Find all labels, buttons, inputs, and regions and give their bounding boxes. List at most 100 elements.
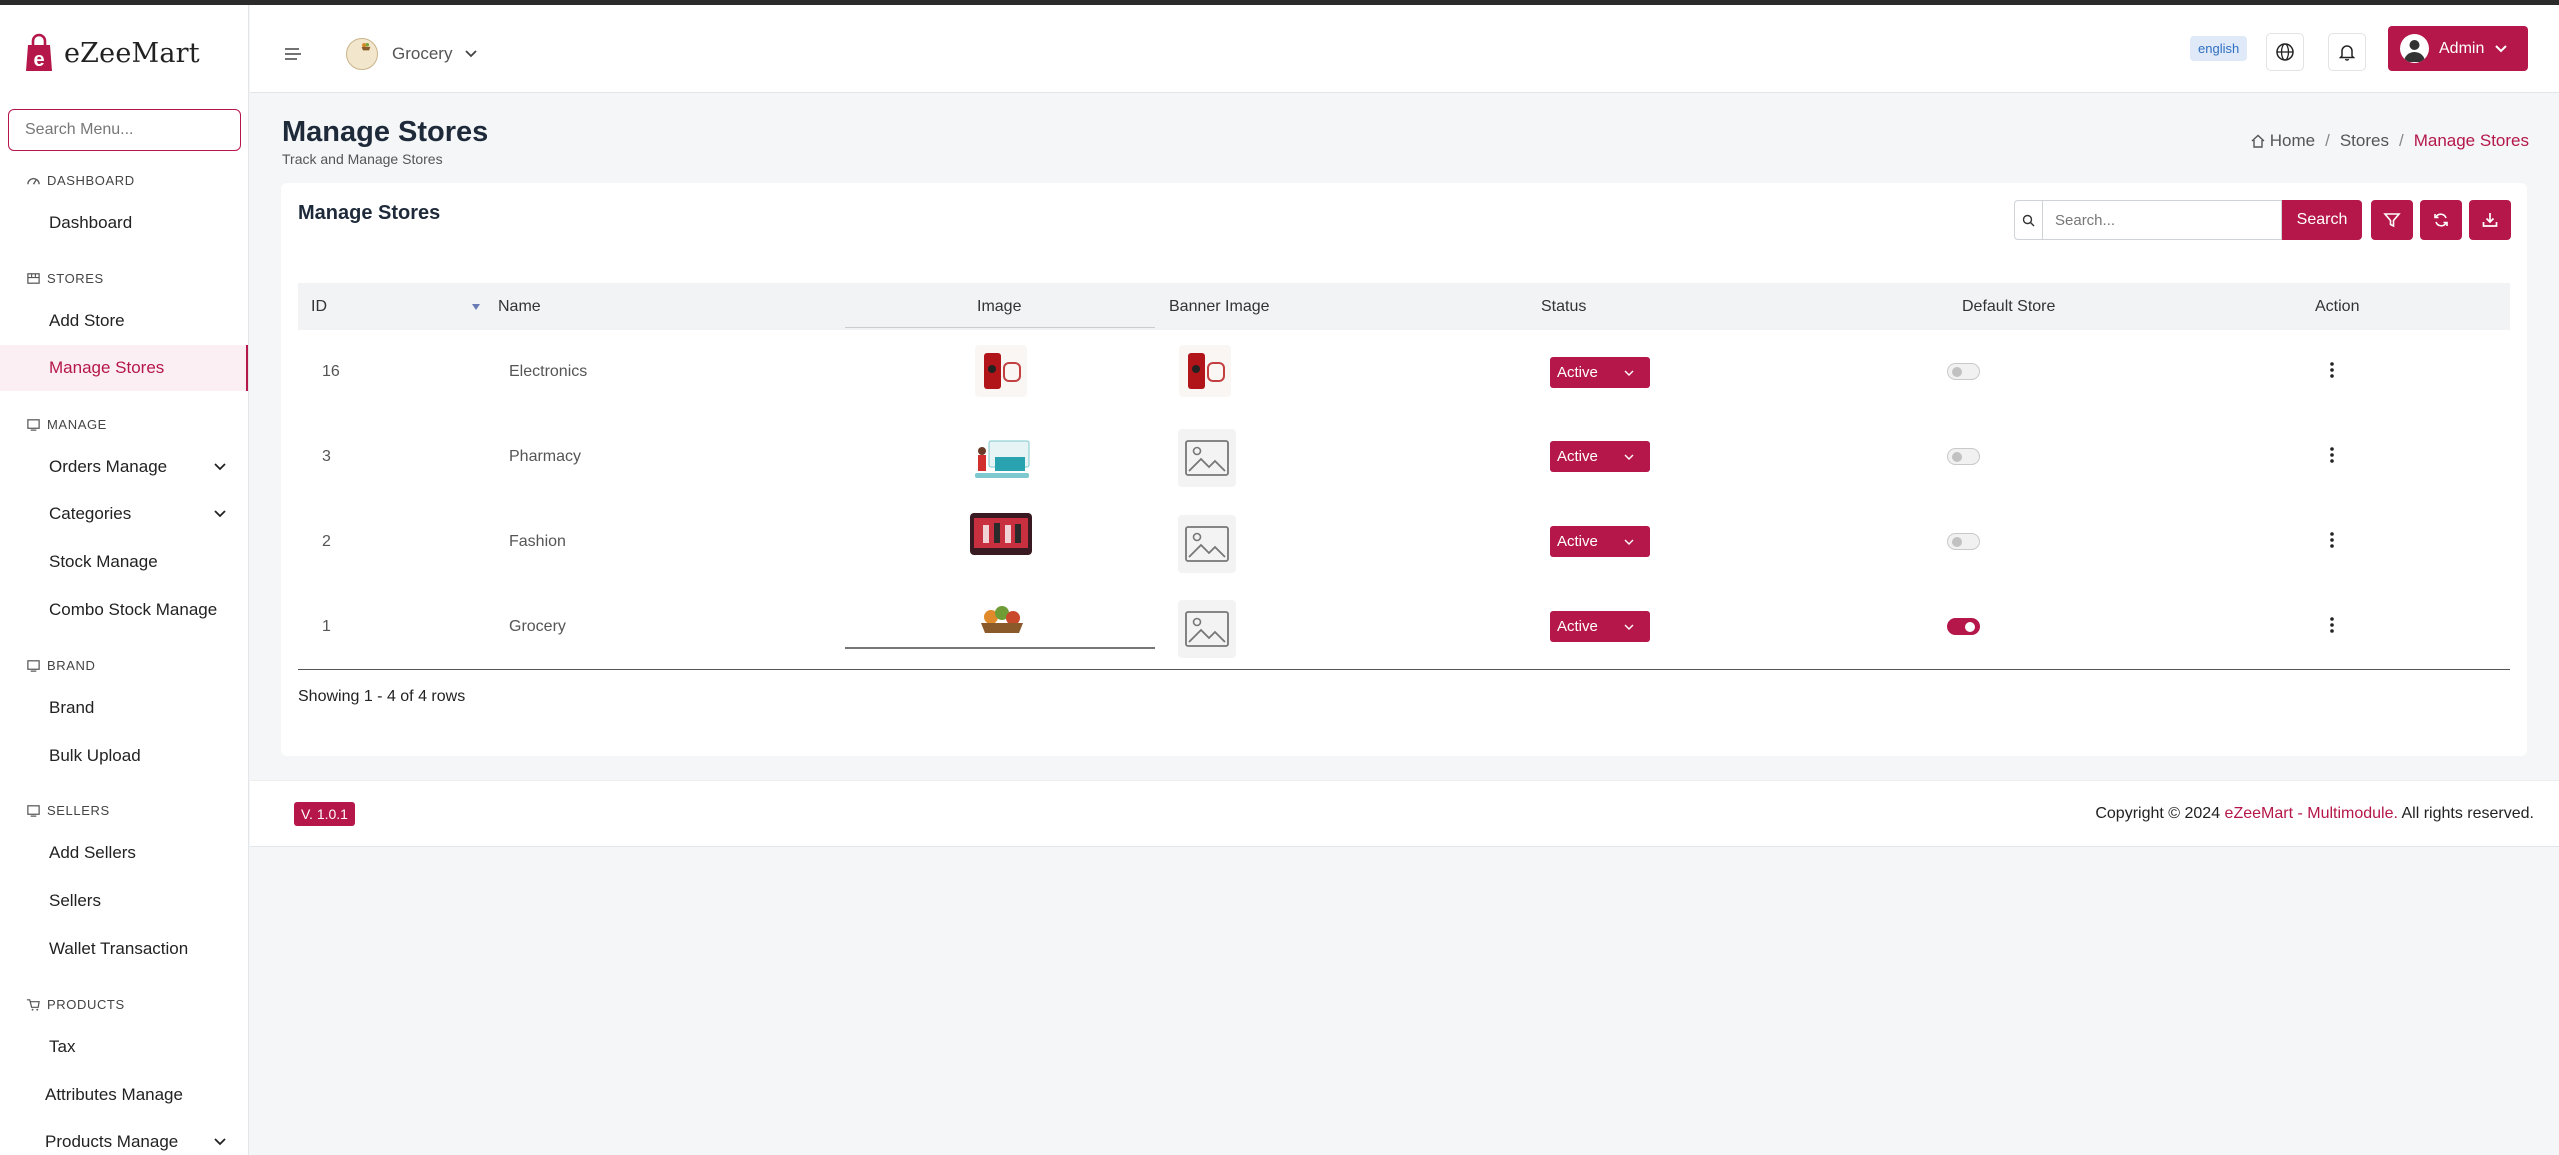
store-image[interactable]	[969, 433, 1033, 485]
row-actions-menu[interactable]	[2322, 610, 2342, 640]
pharmacy-thumbnail	[969, 433, 1033, 485]
language-badge[interactable]: english	[2190, 36, 2248, 61]
card-title: Manage Stores	[298, 202, 441, 224]
sidebar-item-stock-manage[interactable]: Stock Manage	[0, 539, 248, 585]
status-dropdown[interactable]: Active	[1550, 357, 1650, 388]
banner-image-placeholder[interactable]	[1178, 600, 1236, 658]
shopping-bag-logo-icon: e	[26, 33, 52, 71]
chevron-down-icon	[214, 1138, 226, 1146]
row-actions-menu[interactable]	[2322, 525, 2342, 555]
banner-image-placeholder[interactable]	[1178, 429, 1236, 487]
fashion-thumbnail	[970, 513, 1032, 555]
table-search-input[interactable]: Search...	[2014, 200, 2282, 240]
default-store-toggle[interactable]	[1947, 618, 1980, 635]
filter-icon	[2383, 213, 2401, 228]
section-brand: BRAND	[26, 658, 96, 673]
sidebar-item-label: Orders Manage	[49, 457, 168, 476]
status-dropdown[interactable]: Active	[1550, 441, 1650, 472]
stores-table-card: Manage Stores Search... Search ID Name I…	[281, 183, 2527, 756]
cell-name: Grocery	[509, 618, 566, 635]
globe-icon	[2276, 43, 2294, 61]
menu-toggle-icon[interactable]	[284, 47, 302, 61]
chevron-down-icon	[214, 463, 226, 471]
col-header-default-store[interactable]: Default Store	[1962, 298, 2055, 316]
export-button[interactable]	[2469, 200, 2511, 240]
store-image[interactable]	[975, 345, 1027, 397]
section-dashboard: DASHBOARD	[26, 173, 135, 188]
filter-button[interactable]	[2371, 200, 2413, 240]
sidebar-item-label: Stock Manage	[49, 552, 158, 571]
store-selector[interactable]: Grocery	[346, 38, 478, 70]
sidebar-item-label: Add Sellers	[49, 843, 136, 862]
image-placeholder-icon	[1185, 440, 1229, 476]
default-store-toggle[interactable]	[1947, 363, 1980, 380]
sidebar-item-products-manage[interactable]: Products Manage	[0, 1119, 248, 1155]
col-header-banner-image[interactable]: Banner Image	[1169, 298, 1270, 316]
search-icon-box	[2015, 201, 2043, 239]
chevron-down-icon	[465, 50, 478, 58]
col-header-name[interactable]: Name	[498, 298, 541, 316]
sidebar-item-manage-stores[interactable]: Manage Stores	[0, 345, 248, 391]
sidebar-item-label: Bulk Upload	[49, 746, 141, 765]
notifications-button[interactable]	[2328, 33, 2366, 71]
page-title: Manage Stores	[282, 116, 489, 148]
copyright-brand-link[interactable]: eZeeMart - Multimodule.	[2225, 805, 2398, 822]
col-header-action: Action	[2315, 298, 2360, 315]
section-sellers: SELLERS	[26, 803, 110, 818]
monitor-icon	[27, 805, 40, 817]
breadcrumb-home[interactable]: Home	[2270, 131, 2315, 151]
default-store-toggle[interactable]	[1947, 448, 1980, 465]
status-dropdown[interactable]: Active	[1550, 526, 1650, 557]
copyright-prefix: Copyright © 2024	[2095, 805, 2225, 822]
breadcrumb-separator: /	[2398, 131, 2404, 150]
row-actions-menu[interactable]	[2322, 355, 2342, 385]
sidebar-item-dashboard[interactable]: Dashboard	[0, 200, 248, 246]
chevron-down-icon	[2495, 44, 2508, 52]
col-header-id[interactable]: ID	[311, 298, 327, 316]
bell-icon	[2338, 45, 2356, 61]
banner-image-placeholder[interactable]	[1178, 515, 1236, 573]
sidebar-search-input[interactable]: Search Menu...	[8, 109, 241, 151]
sidebar-item-add-store[interactable]: Add Store	[0, 298, 248, 344]
sidebar-item-brand[interactable]: Brand	[0, 685, 248, 731]
app-logo[interactable]: e eZeeMart	[22, 31, 200, 75]
store-icon	[27, 273, 40, 284]
col-header-status[interactable]: Status	[1541, 298, 1586, 316]
sidebar-item-add-sellers[interactable]: Add Sellers	[0, 830, 248, 876]
default-store-toggle[interactable]	[1947, 533, 1980, 550]
kebab-menu-icon	[2330, 362, 2334, 378]
copyright-suffix: All rights reserved.	[2397, 805, 2535, 822]
kebab-menu-icon	[2330, 617, 2334, 633]
breadcrumb-separator: /	[2325, 131, 2330, 150]
search-button[interactable]: Search	[2282, 200, 2362, 240]
col-header-image[interactable]: Image	[977, 298, 1021, 316]
store-selector-label: Grocery	[392, 44, 453, 63]
sidebar-item-label: Combo Stock Manage	[49, 600, 218, 619]
sidebar-item-combo-stock-manage[interactable]: Combo Stock Manage	[0, 587, 248, 633]
sidebar-item-categories[interactable]: Categories	[0, 491, 248, 537]
store-avatar	[346, 38, 378, 70]
breadcrumb-current: Manage Stores	[2413, 131, 2529, 150]
section-label: DASHBOARD	[47, 173, 135, 188]
sidebar-item-sellers[interactable]: Sellers	[0, 878, 248, 924]
sidebar-item-wallet-transaction[interactable]: Wallet Transaction	[0, 926, 248, 972]
admin-menu-button[interactable]: Admin	[2388, 26, 2528, 71]
image-placeholder-icon	[1185, 611, 1229, 647]
sidebar-item-tax[interactable]: Tax	[0, 1024, 248, 1070]
status-dropdown[interactable]: Active	[1550, 611, 1650, 642]
refresh-button[interactable]	[2420, 200, 2462, 240]
store-image[interactable]	[970, 513, 1032, 555]
row-actions-menu[interactable]	[2322, 440, 2342, 470]
status-label: Active	[1557, 618, 1598, 635]
sidebar-item-attributes-manage[interactable]: Attributes Manage	[0, 1072, 248, 1118]
section-label: PRODUCTS	[47, 997, 125, 1012]
language-button[interactable]	[2266, 33, 2304, 71]
breadcrumb-stores[interactable]: Stores	[2340, 131, 2389, 151]
breadcrumb: Home / Stores / Manage Stores	[2250, 131, 2529, 151]
sort-desc-icon[interactable]	[472, 304, 480, 310]
sidebar-item-bulk-upload[interactable]: Bulk Upload	[0, 733, 248, 779]
store-image[interactable]	[975, 597, 1029, 637]
sidebar-item-orders-manage[interactable]: Orders Manage	[0, 444, 248, 490]
cell-id: 3	[322, 448, 331, 465]
banner-image[interactable]	[1179, 345, 1231, 397]
